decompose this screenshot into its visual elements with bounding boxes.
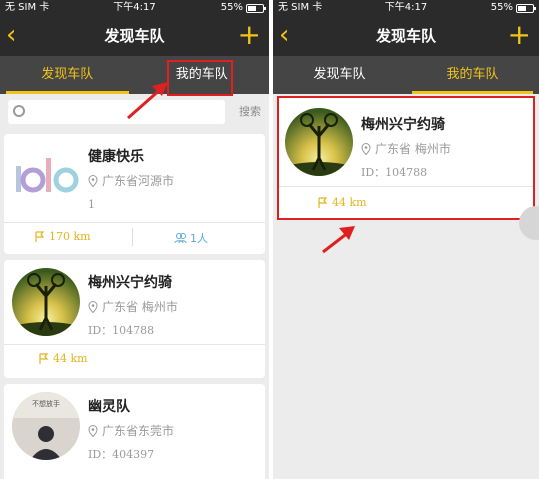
right-screen: 无 SIM 卡 下午4:17 55% ‹ 发现车队 + 发现车队 我的车队 梅州…: [273, 0, 539, 479]
annotation-arrow-left: [127, 82, 168, 120]
annotation-arrow-right: [322, 226, 355, 254]
left-screen: 无 SIM 卡 下午4:17 55% ‹ 发现车队 + 发现车队 我的车队 搜索: [0, 0, 269, 479]
